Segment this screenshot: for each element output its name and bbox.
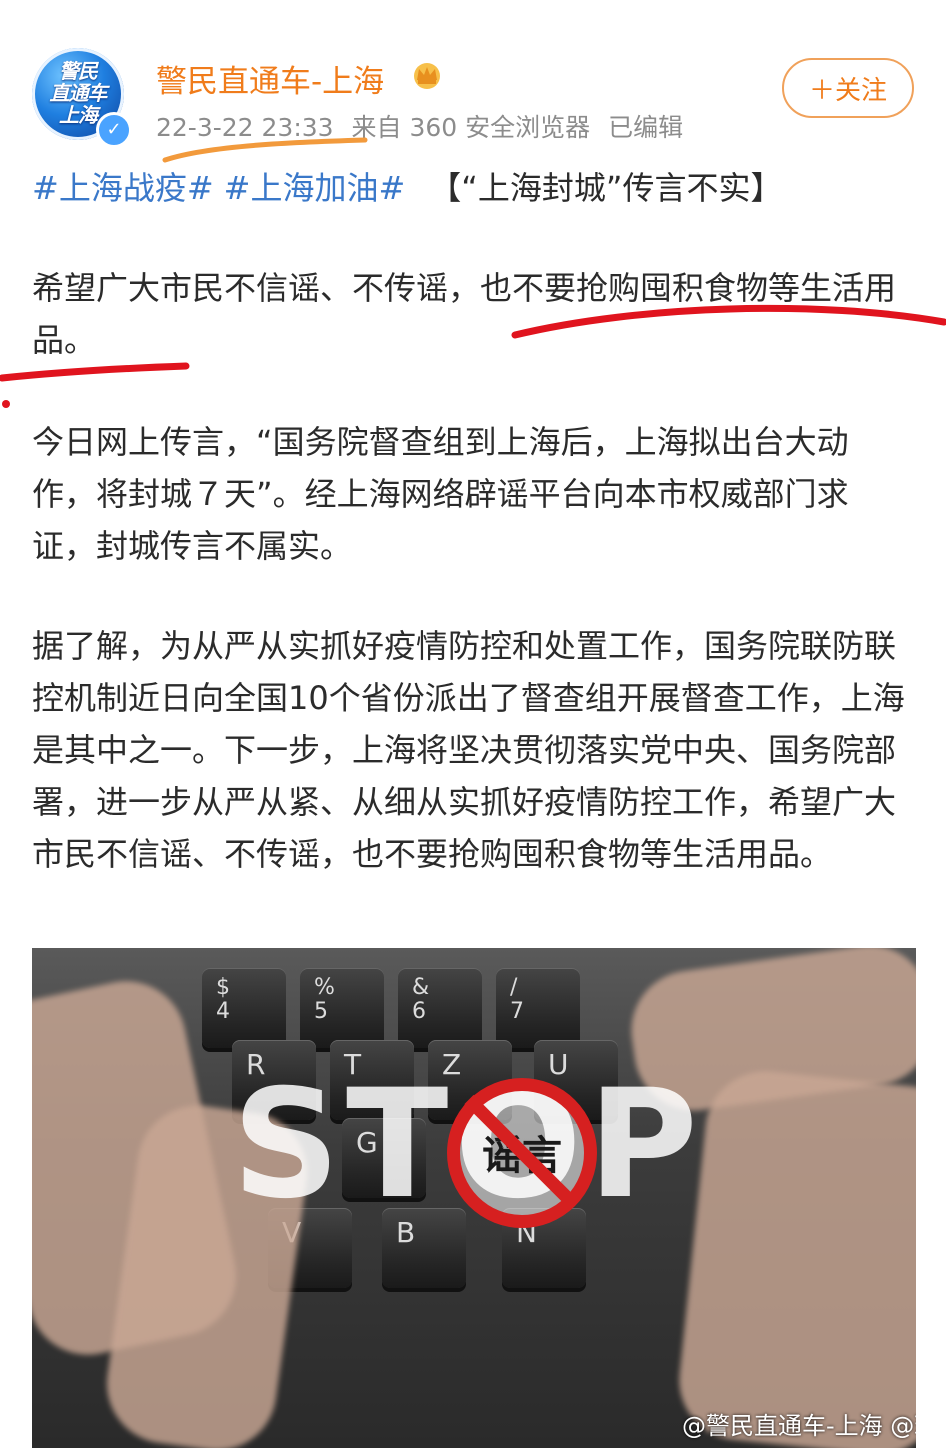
hand-right (673, 1065, 916, 1448)
keyboard-key: $ 4 (202, 968, 286, 1048)
image-watermark: @警民直通车-上海 @理大宝儿姐 (682, 1412, 916, 1440)
post-headline: 【“上海封城”传言不实】 (429, 169, 783, 207)
key-label: % 5 (314, 975, 335, 1024)
author-name[interactable]: 警民直通车-上海 (156, 56, 384, 101)
crown-icon (414, 63, 440, 89)
verified-icon: ✓ (96, 112, 132, 148)
key-label: $ 4 (216, 975, 230, 1024)
post-paragraph: 据了解，为从严从实抓好疫情防控和处置工作，国务院联防联控机制近日向全国10个省份… (32, 627, 905, 873)
post-meta: 22-3-22 23:33 来自 360 安全浏览器 已编辑 (156, 108, 693, 144)
key-label: / 7 (510, 975, 524, 1024)
red-dot (2, 400, 10, 408)
keyboard-key: % 5 (300, 968, 384, 1048)
follow-button[interactable]: ＋关注 (782, 58, 914, 118)
post-paragraph: 希望广大市民不信谣、不传谣，也不要抢购囤积食物等生活用品。 (32, 269, 897, 359)
red-underline (0, 362, 190, 382)
post-paragraph: 今日网上传言，“国务院督查组到上海后，上海拟出台大动作，将封城７天”。经上海网络… (32, 423, 849, 565)
post-date: 22-3-22 23:33 (156, 113, 334, 142)
topic-tag[interactable]: #上海战疫# (32, 169, 214, 207)
keyboard-key: / 7 (496, 968, 580, 1048)
edited-label: 已编辑 (608, 113, 684, 142)
topic-tag[interactable]: #上海加油# (224, 169, 406, 207)
topic-line: #上海战疫# #上海加油# 【“上海封城”传言不实】 (32, 160, 912, 216)
key-label: & 6 (412, 975, 430, 1024)
keyboard-key: & 6 (398, 968, 482, 1048)
post-image[interactable]: $ 4 % 5 & 6 / 7 R T Z U G V B N STOP 谣言 … (32, 948, 916, 1448)
post-source: 来自 360 安全浏览器 (351, 113, 591, 142)
